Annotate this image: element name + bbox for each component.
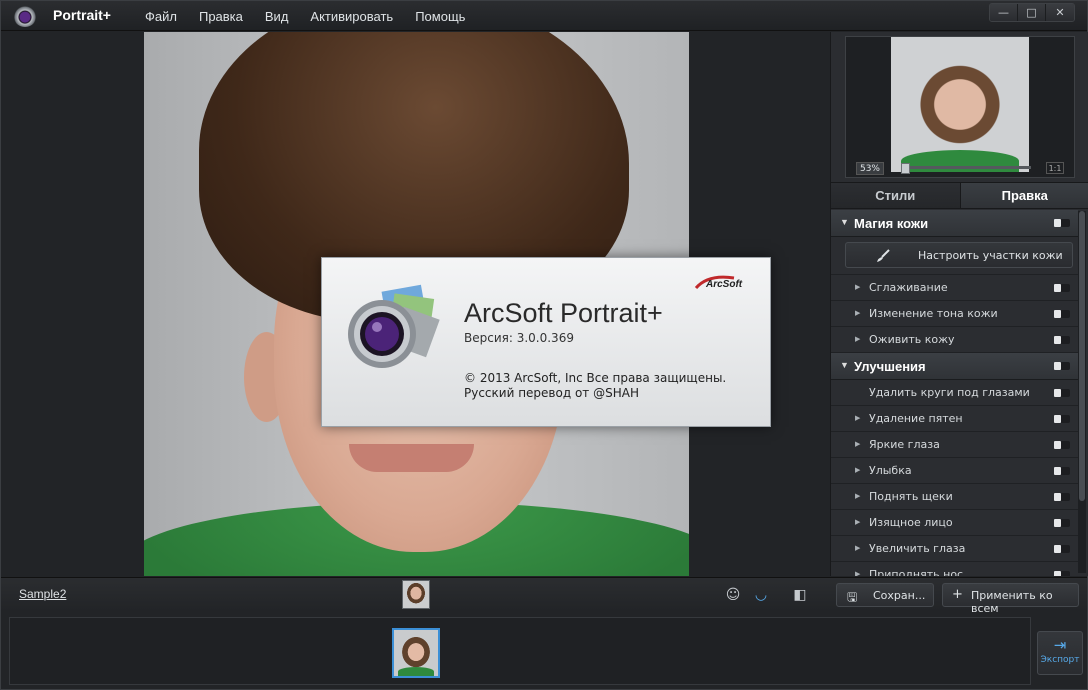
chevron-right-icon: ▶ bbox=[855, 440, 861, 448]
brush-icon bbox=[877, 249, 890, 262]
panel-tabs: Стили Правка bbox=[831, 182, 1088, 209]
item-toggle[interactable] bbox=[1054, 310, 1070, 318]
panel-scrollbar[interactable] bbox=[1078, 211, 1086, 573]
item-toggle[interactable] bbox=[1054, 336, 1070, 344]
list-item[interactable]: ▶ Поднять щеки bbox=[831, 484, 1078, 510]
about-dialog[interactable]: ArcSoft Portrait+ Версия: 3.0.0.369 © 20… bbox=[321, 257, 771, 427]
face-detect-icon[interactable]: ☺ bbox=[723, 585, 743, 605]
chevron-right-icon: ▶ bbox=[855, 309, 861, 317]
edit-list: ▼ Магия кожи Настроить участки кожи ▶ Сг… bbox=[831, 210, 1078, 576]
item-toggle[interactable] bbox=[1054, 545, 1070, 553]
list-item[interactable]: ▶ Сглаживание bbox=[831, 275, 1078, 301]
save-button[interactable]: 🖫 Сохран... bbox=[836, 583, 934, 607]
arcsoft-logo: ArcSoft bbox=[694, 274, 750, 294]
section-skin-magic[interactable]: ▼ Магия кожи bbox=[831, 210, 1078, 237]
list-item[interactable]: ▶ Приподнять нос bbox=[831, 562, 1078, 576]
current-image-thumb[interactable] bbox=[402, 580, 430, 609]
menu-help[interactable]: Помощь bbox=[415, 9, 465, 24]
about-title: ArcSoft Portrait+ bbox=[464, 298, 663, 328]
chevron-right-icon: ▶ bbox=[855, 414, 861, 422]
menu-file[interactable]: Файл bbox=[145, 9, 177, 24]
adjust-skin-areas-button[interactable]: Настроить участки кожи bbox=[845, 242, 1073, 268]
item-toggle[interactable] bbox=[1054, 441, 1070, 449]
film-strip[interactable] bbox=[9, 617, 1031, 685]
window-controls: — □ ✕ bbox=[989, 3, 1075, 22]
preview-thumbnail bbox=[891, 37, 1029, 172]
menu-edit[interactable]: Правка bbox=[199, 9, 243, 24]
list-item[interactable]: ▶ Оживить кожу bbox=[831, 327, 1078, 353]
menu-activate[interactable]: Активировать bbox=[310, 9, 393, 24]
expand-icon: ▼ bbox=[840, 217, 849, 227]
chevron-right-icon: ▶ bbox=[855, 335, 861, 343]
item-toggle[interactable] bbox=[1054, 493, 1070, 501]
list-item[interactable]: ▶ Яркие глаза bbox=[831, 432, 1078, 458]
chevron-right-icon: ▶ bbox=[855, 492, 861, 500]
maximize-button[interactable]: □ bbox=[1018, 4, 1046, 21]
about-version: Версия: 3.0.0.369 bbox=[464, 331, 574, 345]
apply-to-all-button[interactable]: + Применить ко всем bbox=[942, 583, 1079, 615]
compare-view-icon[interactable]: ◧ bbox=[790, 585, 810, 605]
section-toggle[interactable] bbox=[1054, 362, 1070, 370]
about-translation: Русский перевод от @SHAH bbox=[464, 386, 639, 400]
zoom-1to1-button[interactable]: 1:1 bbox=[1046, 162, 1064, 174]
menu-bar: Файл Правка Вид Активировать Помощь bbox=[145, 9, 465, 24]
section-toggle[interactable] bbox=[1054, 219, 1070, 227]
right-panel: 53% 1:1 Стили Правка ▼ Магия кожи Настро… bbox=[830, 32, 1088, 576]
chevron-right-icon: ▶ bbox=[855, 544, 861, 552]
image-name-link[interactable]: Sample2 bbox=[19, 587, 66, 601]
navigator-preview[interactable]: 53% 1:1 bbox=[845, 36, 1075, 178]
tab-styles[interactable]: Стили bbox=[831, 183, 960, 208]
scrollbar-thumb[interactable] bbox=[1079, 211, 1085, 501]
portrait-plus-logo-icon bbox=[348, 284, 440, 368]
app-name: Portrait+ bbox=[53, 7, 111, 23]
menu-view[interactable]: Вид bbox=[265, 9, 289, 24]
list-item[interactable]: ▶ Изменение тона кожи bbox=[831, 301, 1078, 327]
section-enhancements[interactable]: ▼ Улучшения bbox=[831, 353, 1078, 380]
zoom-slider-handle[interactable] bbox=[901, 163, 910, 174]
chevron-right-icon: ▶ bbox=[855, 466, 861, 474]
bottom-toolbar: Sample2 ☺ ◡ ◧ 🖫 Сохран... + Применить ко… bbox=[1, 577, 1087, 615]
about-copyright: © 2013 ArcSoft, Inc Все права защищены. bbox=[464, 371, 727, 385]
app-logo-icon bbox=[13, 5, 37, 27]
expand-icon: ▼ bbox=[840, 360, 849, 370]
app-window: Portrait+ Файл Правка Вид Активировать П… bbox=[0, 0, 1088, 690]
export-icon: ⇥ bbox=[1053, 636, 1067, 654]
item-toggle[interactable] bbox=[1054, 284, 1070, 292]
list-item[interactable]: ▶ Увеличить глаза bbox=[831, 536, 1078, 562]
floppy-icon: 🖫 bbox=[847, 590, 858, 604]
item-toggle[interactable] bbox=[1054, 415, 1070, 423]
chevron-right-icon: ▶ bbox=[855, 283, 861, 291]
item-toggle[interactable] bbox=[1054, 467, 1070, 475]
item-toggle[interactable] bbox=[1054, 571, 1070, 576]
item-toggle[interactable] bbox=[1054, 519, 1070, 527]
smile-icon[interactable]: ◡ bbox=[751, 585, 771, 605]
list-item[interactable]: ▶ Удаление пятен bbox=[831, 406, 1078, 432]
list-item[interactable]: ▶ Улыбка bbox=[831, 458, 1078, 484]
chevron-right-icon: ▶ bbox=[855, 570, 861, 576]
zoom-level: 53% bbox=[856, 162, 884, 175]
plus-icon: + bbox=[952, 587, 963, 602]
list-item[interactable]: Удалить круги под глазами bbox=[831, 380, 1078, 406]
zoom-slider[interactable] bbox=[901, 166, 1031, 169]
minimize-button[interactable]: — bbox=[990, 4, 1018, 21]
close-button[interactable]: ✕ bbox=[1046, 4, 1074, 21]
chevron-right-icon: ▶ bbox=[855, 518, 861, 526]
film-strip-thumb[interactable] bbox=[392, 628, 440, 678]
title-bar: Portrait+ Файл Правка Вид Активировать П… bbox=[1, 1, 1087, 31]
export-button[interactable]: ⇥ Экспорт bbox=[1037, 631, 1083, 675]
item-toggle[interactable] bbox=[1054, 389, 1070, 397]
tab-edit[interactable]: Правка bbox=[959, 183, 1088, 208]
list-item[interactable]: ▶ Изящное лицо bbox=[831, 510, 1078, 536]
